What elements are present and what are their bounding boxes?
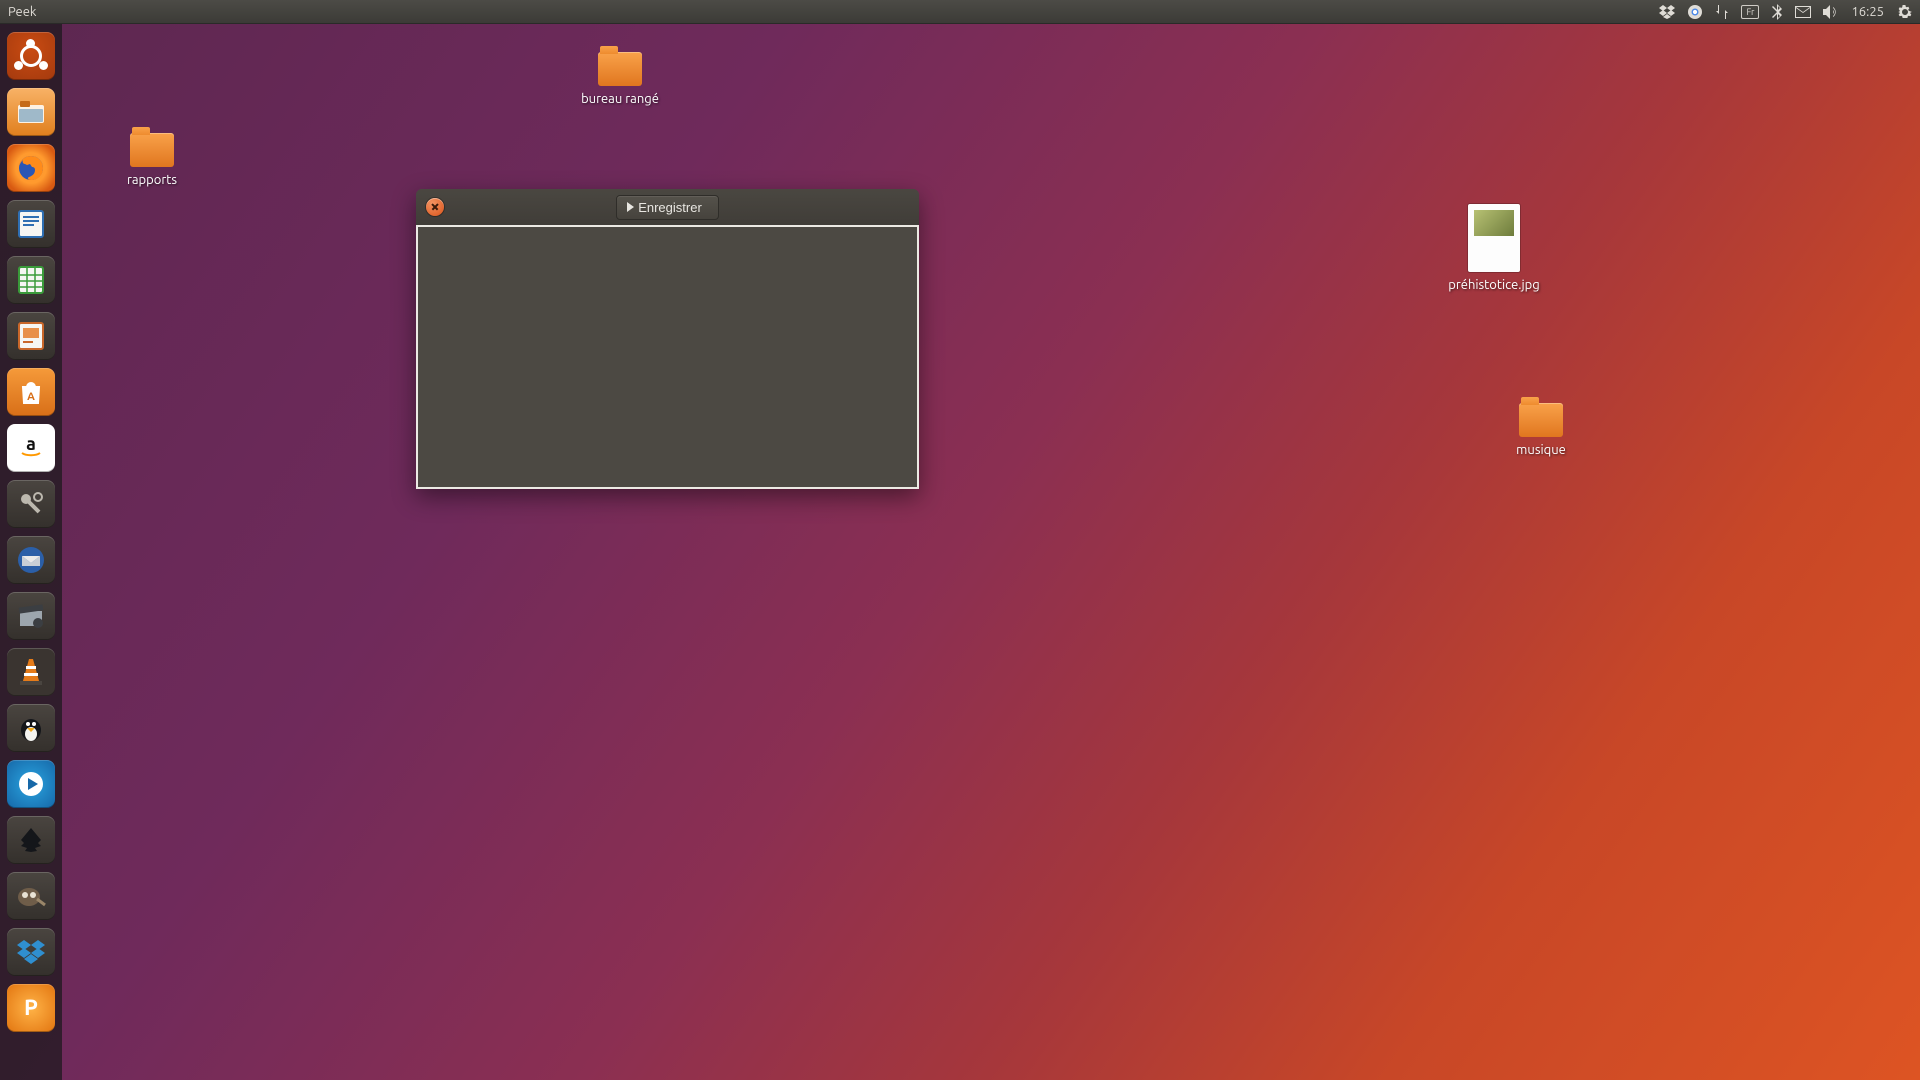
launcher-video-editor[interactable] bbox=[7, 592, 55, 640]
tux-icon bbox=[15, 712, 47, 744]
launcher-gimp[interactable] bbox=[7, 872, 55, 920]
bluetooth-icon bbox=[1771, 4, 1783, 20]
image-thumbnail-icon bbox=[1468, 204, 1520, 272]
desktop-folder-bureau-range[interactable]: bureau rangé bbox=[560, 52, 680, 106]
launcher-dash[interactable] bbox=[7, 32, 55, 80]
play-circle-icon bbox=[18, 771, 44, 797]
launcher-supertux[interactable] bbox=[7, 704, 55, 752]
svg-text:A: A bbox=[27, 391, 35, 403]
session-indicator[interactable] bbox=[1898, 5, 1912, 19]
amazon-icon: a bbox=[16, 433, 46, 463]
launcher-peek[interactable]: P bbox=[7, 984, 55, 1032]
gimp-icon bbox=[15, 883, 47, 909]
dropbox-icon bbox=[1659, 5, 1675, 19]
launcher-impress[interactable] bbox=[7, 312, 55, 360]
envelope-icon bbox=[1795, 6, 1811, 18]
folder-icon bbox=[1519, 403, 1563, 437]
sound-indicator[interactable] bbox=[1823, 5, 1841, 19]
chrome-indicator[interactable] bbox=[1687, 4, 1703, 20]
launcher-firefox[interactable] bbox=[7, 144, 55, 192]
files-icon bbox=[16, 99, 46, 125]
ubuntu-logo-icon bbox=[14, 39, 48, 73]
gear-icon bbox=[1898, 5, 1912, 19]
thunderbird-icon bbox=[15, 544, 47, 576]
desktop-icon-label: rapports bbox=[92, 173, 212, 187]
launcher-settings[interactable] bbox=[7, 480, 55, 528]
desktop-file-prehistotice[interactable]: préhistotice.jpg bbox=[1434, 204, 1554, 292]
folder-icon bbox=[130, 133, 174, 167]
launcher-thunderbird[interactable] bbox=[7, 536, 55, 584]
launcher-files[interactable] bbox=[7, 88, 55, 136]
impress-icon bbox=[14, 319, 48, 353]
wrench-gear-icon bbox=[16, 489, 46, 519]
peek-capture-area[interactable] bbox=[416, 225, 919, 489]
desktop-folder-musique[interactable]: musique bbox=[1481, 403, 1601, 457]
network-icon bbox=[1715, 5, 1729, 19]
window-close-button[interactable] bbox=[426, 198, 444, 216]
writer-icon bbox=[14, 207, 48, 241]
launcher-writer[interactable] bbox=[7, 200, 55, 248]
peek-app-icon: P bbox=[16, 993, 46, 1023]
desktop-folder-rapports[interactable]: rapports bbox=[92, 133, 212, 187]
launcher-amazon[interactable]: a bbox=[7, 424, 55, 472]
network-indicator[interactable] bbox=[1715, 5, 1729, 19]
dropbox-app-icon bbox=[17, 940, 45, 964]
launcher-calc[interactable] bbox=[7, 256, 55, 304]
desktop-icon-label: préhistotice.jpg bbox=[1434, 278, 1554, 292]
traffic-cone-icon bbox=[17, 657, 45, 687]
keyboard-indicator[interactable]: Fr bbox=[1741, 5, 1759, 19]
play-icon bbox=[627, 202, 634, 212]
svg-text:a: a bbox=[26, 434, 36, 454]
launcher-vlc[interactable] bbox=[7, 648, 55, 696]
chrome-icon bbox=[1687, 4, 1703, 20]
speaker-icon bbox=[1823, 5, 1841, 19]
record-button-label: Enregistrer bbox=[638, 200, 702, 215]
svg-text:P: P bbox=[24, 995, 38, 1020]
launcher-dropbox-app[interactable] bbox=[7, 928, 55, 976]
top-menu-bar: Peek Fr 16:25 bbox=[0, 0, 1920, 24]
clapper-icon bbox=[16, 601, 46, 631]
dropbox-indicator[interactable] bbox=[1659, 5, 1675, 19]
launcher-software-center[interactable]: A bbox=[7, 368, 55, 416]
clock[interactable]: 16:25 bbox=[1851, 5, 1884, 19]
unity-launcher: A a P bbox=[0, 24, 62, 1080]
desktop-icon-label: bureau rangé bbox=[560, 92, 680, 106]
bluetooth-indicator[interactable] bbox=[1771, 4, 1783, 20]
folder-icon bbox=[598, 52, 642, 86]
peek-titlebar[interactable]: Enregistrer bbox=[416, 189, 919, 225]
firefox-icon bbox=[14, 151, 48, 185]
peek-window: Enregistrer bbox=[416, 189, 919, 489]
app-title: Peek bbox=[8, 5, 36, 19]
record-button[interactable]: Enregistrer bbox=[616, 195, 719, 220]
calc-icon bbox=[14, 263, 48, 297]
launcher-inkscape[interactable] bbox=[7, 816, 55, 864]
messages-indicator[interactable] bbox=[1795, 6, 1811, 18]
launcher-media-player[interactable] bbox=[7, 760, 55, 808]
keyboard-layout-label: Fr bbox=[1741, 5, 1759, 19]
desktop-icon-label: musique bbox=[1481, 443, 1601, 457]
inkscape-icon bbox=[17, 826, 45, 854]
shopping-bag-icon: A bbox=[17, 378, 45, 406]
